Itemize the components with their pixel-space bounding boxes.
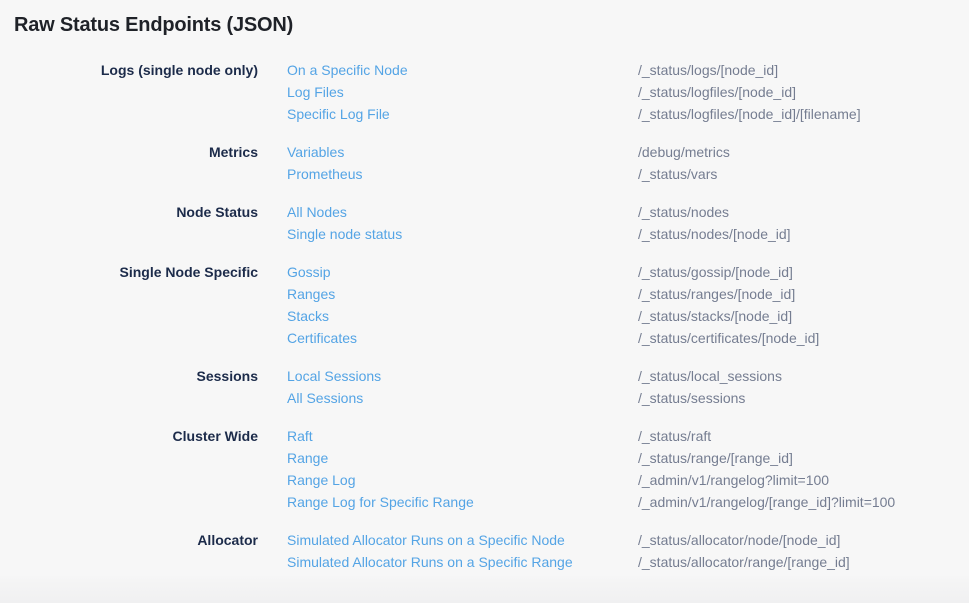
endpoint-path: /_status/nodes: [638, 201, 969, 223]
endpoint-path: /debug/metrics: [638, 141, 969, 163]
endpoint-path: /_status/stacks/[node_id]: [638, 305, 969, 327]
endpoint-link[interactable]: All Nodes: [287, 201, 638, 223]
endpoint-link[interactable]: Stacks: [287, 305, 638, 327]
endpoint-group: Sessions Local SessionsAll Sessions /_st…: [0, 365, 969, 409]
category-label: Cluster Wide: [0, 425, 258, 447]
endpoint-link[interactable]: Simulated Allocator Runs on a Specific N…: [287, 529, 638, 551]
endpoint-link[interactable]: Specific Log File: [287, 103, 638, 125]
paths-column: /_status/nodes/_status/nodes/[node_id]: [638, 201, 969, 245]
links-column: All NodesSingle node status: [287, 201, 638, 245]
endpoint-path: /_status/local_sessions: [638, 365, 969, 387]
page-title: Raw Status Endpoints (JSON): [0, 0, 969, 38]
category-label: Metrics: [0, 141, 258, 163]
category-label: Sessions: [0, 365, 258, 387]
endpoint-link[interactable]: On a Specific Node: [287, 59, 638, 81]
links-column: Simulated Allocator Runs on a Specific N…: [287, 529, 638, 573]
endpoint-link[interactable]: Range: [287, 447, 638, 469]
endpoint-group: Logs (single node only) On a Specific No…: [0, 59, 969, 125]
endpoint-path: /_admin/v1/rangelog/[range_id]?limit=100: [638, 491, 969, 513]
endpoint-link[interactable]: Raft: [287, 425, 638, 447]
endpoint-group: Metrics VariablesPrometheus /debug/metri…: [0, 141, 969, 185]
endpoint-path: /_status/nodes/[node_id]: [638, 223, 969, 245]
endpoint-path: /_status/logfiles/[node_id]: [638, 81, 969, 103]
endpoint-link[interactable]: Prometheus: [287, 163, 638, 185]
endpoint-path: /_status/ranges/[node_id]: [638, 283, 969, 305]
endpoint-path: /_status/raft: [638, 425, 969, 447]
endpoint-list: Logs (single node only) On a Specific No…: [0, 59, 969, 573]
links-column: RaftRangeRange LogRange Log for Specific…: [287, 425, 638, 513]
endpoint-path: /_status/logs/[node_id]: [638, 59, 969, 81]
endpoint-group: Cluster Wide RaftRangeRange LogRange Log…: [0, 425, 969, 513]
endpoint-link[interactable]: Certificates: [287, 327, 638, 349]
endpoint-link[interactable]: Log Files: [287, 81, 638, 103]
endpoint-link[interactable]: All Sessions: [287, 387, 638, 409]
endpoint-path: /_status/range/[range_id]: [638, 447, 969, 469]
endpoint-path: /_status/certificates/[node_id]: [638, 327, 969, 349]
category-label: Single Node Specific: [0, 261, 258, 283]
endpoint-path: /_status/allocator/range/[range_id]: [638, 551, 969, 573]
endpoint-link[interactable]: Ranges: [287, 283, 638, 305]
links-column: GossipRangesStacksCertificates: [287, 261, 638, 349]
paths-column: /_status/logs/[node_id]/_status/logfiles…: [638, 59, 969, 125]
endpoint-path: /_status/allocator/node/[node_id]: [638, 529, 969, 551]
links-column: On a Specific NodeLog FilesSpecific Log …: [287, 59, 638, 125]
endpoint-group: Allocator Simulated Allocator Runs on a …: [0, 529, 969, 573]
category-label: Allocator: [0, 529, 258, 551]
footer-band: [0, 576, 969, 603]
endpoint-link[interactable]: Local Sessions: [287, 365, 638, 387]
endpoint-link[interactable]: Simulated Allocator Runs on a Specific R…: [287, 551, 638, 573]
endpoint-path: /_status/sessions: [638, 387, 969, 409]
endpoint-link[interactable]: Range Log for Specific Range: [287, 491, 638, 513]
paths-column: /_status/raft/_status/range/[range_id]/_…: [638, 425, 969, 513]
endpoint-group: Single Node Specific GossipRangesStacksC…: [0, 261, 969, 349]
links-column: VariablesPrometheus: [287, 141, 638, 185]
endpoint-path: /_status/logfiles/[node_id]/[filename]: [638, 103, 969, 125]
category-label: Node Status: [0, 201, 258, 223]
links-column: Local SessionsAll Sessions: [287, 365, 638, 409]
endpoint-path: /_status/vars: [638, 163, 969, 185]
category-label: Logs (single node only): [0, 59, 258, 81]
paths-column: /_status/allocator/node/[node_id]/_statu…: [638, 529, 969, 573]
endpoint-link[interactable]: Variables: [287, 141, 638, 163]
paths-column: /_status/local_sessions/_status/sessions: [638, 365, 969, 409]
endpoint-link[interactable]: Gossip: [287, 261, 638, 283]
endpoint-path: /_admin/v1/rangelog?limit=100: [638, 469, 969, 491]
endpoint-link[interactable]: Range Log: [287, 469, 638, 491]
endpoint-group: Node Status All NodesSingle node status …: [0, 201, 969, 245]
paths-column: /debug/metrics/_status/vars: [638, 141, 969, 185]
endpoint-path: /_status/gossip/[node_id]: [638, 261, 969, 283]
endpoint-link[interactable]: Single node status: [287, 223, 638, 245]
paths-column: /_status/gossip/[node_id]/_status/ranges…: [638, 261, 969, 349]
